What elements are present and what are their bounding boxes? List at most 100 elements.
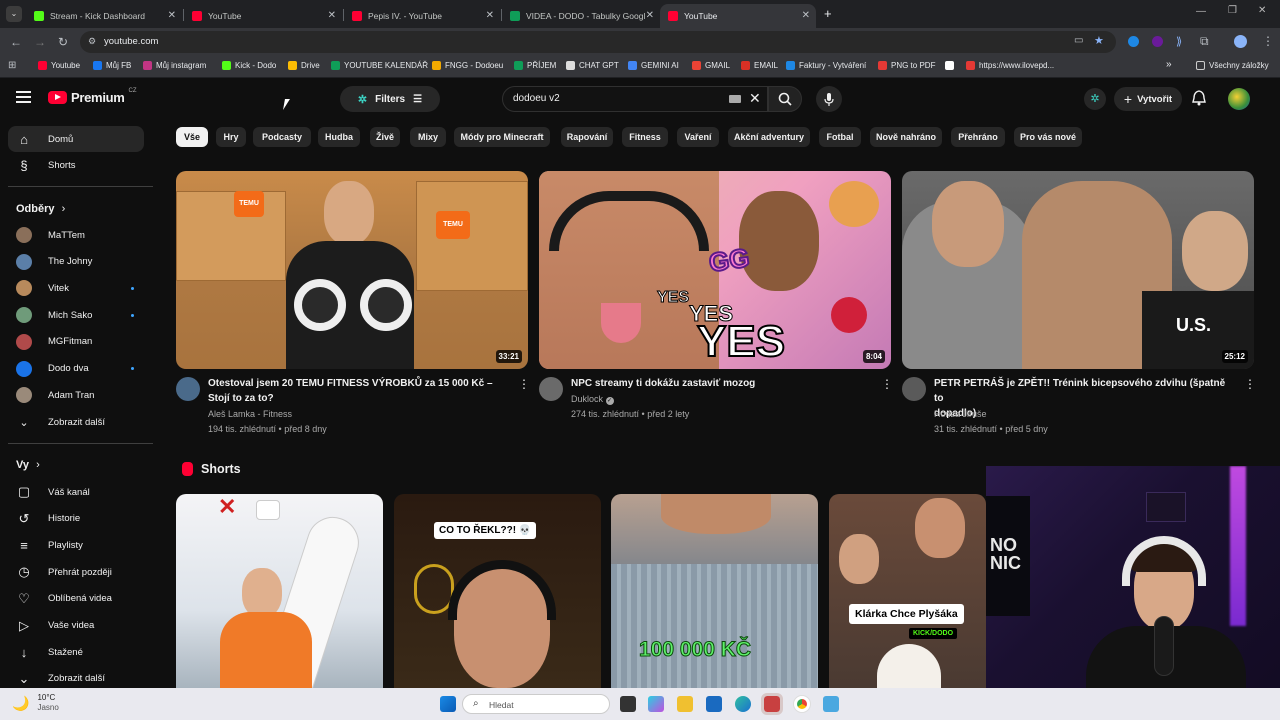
- youtube-premium-logo[interactable]: Premium CZ: [48, 88, 137, 105]
- site-info-icon[interactable]: ⚙: [88, 36, 96, 47]
- menu-kebab-icon[interactable]: ⋮: [1262, 34, 1274, 48]
- channel-name[interactable]: Duklock ✓: [571, 394, 614, 405]
- sidebar-subscription[interactable]: The Johny: [8, 249, 144, 275]
- edge-icon[interactable]: [735, 696, 751, 712]
- filters-button[interactable]: ✲ Filters ☰: [340, 86, 440, 112]
- chip-6[interactable]: Módy pro Minecraft: [454, 127, 550, 147]
- channel-avatar[interactable]: [176, 377, 200, 401]
- channel-name[interactable]: Aleš Lamka - Fitness: [208, 409, 292, 419]
- notepad-icon[interactable]: [823, 696, 839, 712]
- video-title[interactable]: NPC streamy ti dokážu zastaviť mozog: [571, 376, 871, 391]
- close-tab-icon[interactable]: ✕: [802, 10, 810, 21]
- bookmark-item[interactable]: CHAT GPT: [566, 61, 619, 70]
- sidebar-subscription[interactable]: MGFitman: [8, 329, 144, 355]
- close-window-icon[interactable]: ✕: [1258, 5, 1266, 16]
- short-thumbnail[interactable]: CO TO ŘEKL??! 💀: [394, 494, 601, 688]
- ai-assistant-icon[interactable]: ✲: [1084, 88, 1106, 110]
- sidebar-item-you-0[interactable]: ▢ Váš kanál: [8, 479, 144, 505]
- bookmark-item[interactable]: Můj instagram: [143, 61, 206, 70]
- tab-youtube-1[interactable]: YouTube ✕: [184, 4, 342, 28]
- create-button[interactable]: + Vytvořit: [1114, 87, 1182, 111]
- reload-icon[interactable]: ↻: [58, 35, 68, 49]
- tab-youtube-active[interactable]: YouTube ✕: [660, 4, 816, 28]
- apps-grid-icon[interactable]: ⊞: [8, 60, 16, 71]
- sidebar-item-you-2[interactable]: ≡ Playlisty: [8, 532, 144, 558]
- extension-icon[interactable]: [1152, 36, 1163, 47]
- sidebar-subscription[interactable]: Dodo dva: [8, 356, 144, 382]
- notifications-bell-icon[interactable]: [1192, 90, 1206, 111]
- tab-google-sheets[interactable]: VIDEA - DODO - Tabulky Googl ✕: [502, 4, 660, 28]
- extension-icon[interactable]: ⟫: [1176, 35, 1182, 48]
- sidebar-subscription[interactable]: MaTTem: [8, 222, 144, 248]
- bookmark-item[interactable]: https://www.ilovepd...: [966, 61, 1054, 70]
- video-menu-kebab-icon[interactable]: ⋮: [518, 378, 530, 390]
- sidebar-item-home[interactable]: ⌂ Domů: [8, 126, 144, 152]
- maximize-icon[interactable]: ❐: [1228, 5, 1237, 16]
- chip-4[interactable]: Živě: [370, 127, 400, 147]
- subscriptions-header[interactable]: Odběry ›: [16, 203, 65, 215]
- bookmark-item[interactable]: GMAIL: [692, 61, 730, 70]
- sidebar-subscription[interactable]: Vitek: [8, 275, 144, 301]
- short-thumbnail[interactable]: 100 000 KČ: [611, 494, 818, 688]
- new-tab-button[interactable]: +: [824, 6, 832, 21]
- outlook-icon[interactable]: [706, 696, 722, 712]
- channel-avatar[interactable]: [902, 377, 926, 401]
- short-thumbnail[interactable]: Klárka Chce Plyšáka KICK/DODO: [829, 494, 986, 688]
- video-title[interactable]: Otestoval jsem 20 TEMU FITNESS VÝROBKŮ z…: [208, 376, 508, 406]
- sidebar-item-you-6[interactable]: ↓ Stažené: [8, 639, 144, 665]
- search-input[interactable]: dodoeu v2: [513, 93, 560, 104]
- bookmark-item[interactable]: Drive: [288, 61, 320, 70]
- video-thumbnail[interactable]: TEMU TEMU 33:21: [176, 171, 528, 369]
- sidebar-item-you-4[interactable]: ♡ Oblíbená videa: [8, 586, 144, 612]
- chip-0[interactable]: Vše: [176, 127, 208, 147]
- close-tab-icon[interactable]: ✕: [168, 10, 176, 21]
- clear-search-icon[interactable]: ✕: [749, 90, 761, 107]
- video-menu-kebab-icon[interactable]: ⋮: [1244, 378, 1256, 390]
- sidebar-subscription[interactable]: Adam Tran: [8, 382, 144, 408]
- chip-14[interactable]: Pro vás nové: [1014, 127, 1082, 147]
- sidebar-subscription[interactable]: Mich Sako: [8, 302, 144, 328]
- extensions-puzzle-icon[interactable]: ⧉: [1200, 34, 1209, 49]
- account-avatar[interactable]: [1228, 88, 1250, 110]
- bookmarks-overflow-icon[interactable]: »: [1166, 59, 1172, 70]
- tab-kick-dashboard[interactable]: Stream - Kick Dashboard ✕: [26, 4, 182, 28]
- bookmark-item[interactable]: [945, 61, 954, 70]
- chip-13[interactable]: Přehráno: [951, 127, 1005, 147]
- chip-5[interactable]: Mixy: [410, 127, 446, 147]
- voice-search-button[interactable]: [816, 86, 842, 112]
- keyboard-icon[interactable]: [729, 95, 741, 103]
- video-menu-kebab-icon[interactable]: ⋮: [881, 378, 893, 390]
- bookmark-star-icon[interactable]: ★: [1094, 34, 1104, 47]
- minimize-icon[interactable]: —: [1196, 6, 1206, 17]
- chip-2[interactable]: Podcasty: [253, 127, 311, 147]
- bookmark-item[interactable]: Faktury - Vytváření: [786, 61, 866, 70]
- bookmark-item[interactable]: Youtube: [38, 61, 80, 70]
- bookmark-item[interactable]: EMAIL: [741, 61, 778, 70]
- channel-name[interactable]: Honza Jiruše: [934, 409, 987, 419]
- search-box[interactable]: dodoeu v2 ✕: [502, 86, 768, 112]
- bookmark-item[interactable]: Kick - Dodo: [222, 61, 276, 70]
- bookmark-item[interactable]: PNG to PDF: [878, 61, 935, 70]
- sidebar-item-you-3[interactable]: ◷ Přehrát později: [8, 559, 144, 585]
- chip-8[interactable]: Fitness: [622, 127, 668, 147]
- extension-icon[interactable]: [1128, 36, 1139, 47]
- channel-avatar[interactable]: [539, 377, 563, 401]
- close-tab-icon[interactable]: ✕: [646, 10, 654, 21]
- weather-widget[interactable]: 🌙 10°C Jasno: [12, 693, 59, 713]
- close-tab-icon[interactable]: ✕: [486, 10, 494, 21]
- copilot-icon[interactable]: [648, 696, 664, 712]
- tab-search-button[interactable]: ⌄: [6, 6, 22, 22]
- sidebar-show-more-subs[interactable]: ⌄ Zobrazit další: [8, 409, 144, 435]
- bookmark-item[interactable]: Můj FB: [93, 61, 131, 70]
- start-windows-icon[interactable]: [440, 696, 456, 712]
- cast-icon[interactable]: ▭: [1074, 35, 1083, 46]
- terminal-app-icon[interactable]: [761, 693, 783, 715]
- close-tab-icon[interactable]: ✕: [328, 10, 336, 21]
- chip-12[interactable]: Nově nahráno: [870, 127, 942, 147]
- chip-3[interactable]: Hudba: [318, 127, 360, 147]
- back-icon[interactable]: ←: [10, 35, 22, 49]
- profile-avatar[interactable]: [1234, 35, 1247, 48]
- chip-9[interactable]: Vaření: [677, 127, 719, 147]
- forward-icon[interactable]: →: [34, 35, 46, 49]
- chip-11[interactable]: Fotbal: [819, 127, 861, 147]
